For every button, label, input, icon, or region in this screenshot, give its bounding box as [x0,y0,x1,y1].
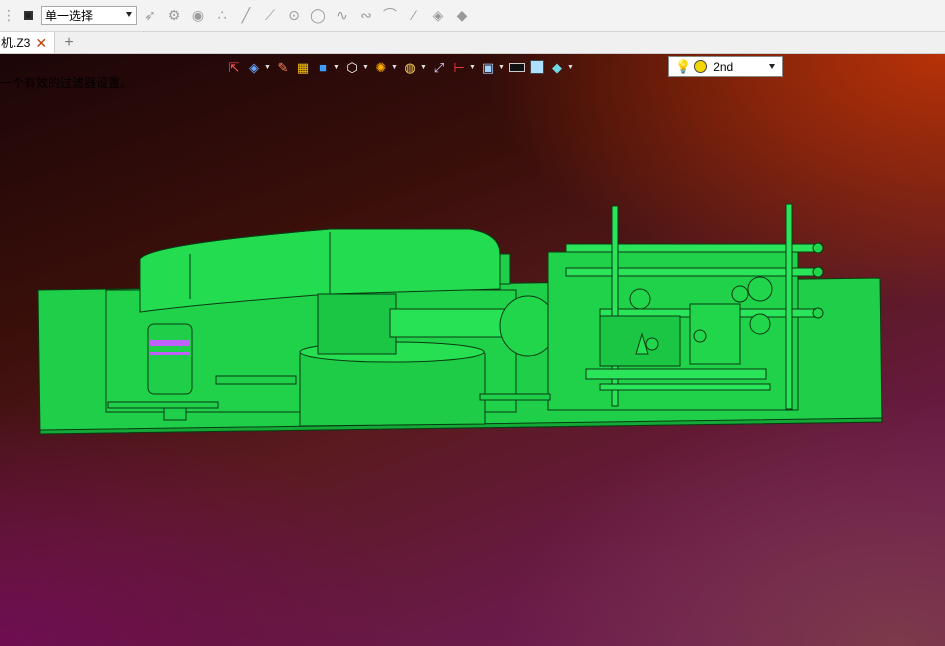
chevron-down-icon: ▼ [420,63,427,71]
chevron-down-icon: ▼ [333,63,340,71]
chevron-down-icon: ▼ [469,63,476,71]
section-button[interactable]: ⊢ ▼ [451,59,476,75]
solid-icon[interactable]: ◈ [429,6,447,24]
line2-icon[interactable]: ⟋ [261,6,279,24]
black-rect-button[interactable] [509,59,525,75]
point-icon[interactable]: ∴ [213,6,231,24]
curve-icon[interactable]: ∿ [333,6,351,24]
close-icon[interactable]: ✕ [35,36,47,50]
main-toolbar: ⋮ 单一选择 ➶ ⚙ ◉ ∴ ╱ ⟋ ⊙ ◯ ∿ ∾ ⌒ ∕ ◈ ◆ [0,0,945,32]
shaft [389,308,511,338]
motor-band [150,340,190,346]
line-icon[interactable]: ╱ [237,6,255,24]
machine-model[interactable] [0,54,945,646]
chevron-down-icon [769,64,775,69]
chevron-down-icon: ▼ [567,63,574,71]
light-sphere-icon: ◍ [404,59,416,75]
document-tab-bar: 机.Z3 ✕ + [0,32,945,54]
box-blue-icon: ■ [319,59,327,75]
chevron-down-icon: ▼ [264,63,271,71]
stop-icon[interactable] [19,6,37,24]
drum [317,293,397,355]
arc-icon[interactable]: ⌒ [381,6,399,24]
document-tab[interactable]: 机.Z3 ✕ [0,32,55,53]
box-yellow-icon: ▦ [296,59,310,75]
light-preset-dropdown[interactable]: 💡 2nd [668,56,783,77]
circle-icon[interactable]: ◯ [309,6,327,24]
cube-white-button[interactable]: ⬡ ▼ [344,59,369,75]
filter-icon[interactable]: ⚙ [165,6,183,24]
pencil-icon: ✎ [277,59,289,75]
render-mode-icon: ◈ [249,59,259,75]
3d-viewport[interactable]: 一个有效的过滤器设置。 [0,54,945,646]
fit-view-button[interactable]: ⤢ [431,59,447,75]
blue-square-button[interactable] [529,59,545,75]
cube-white-icon: ⬡ [346,59,358,75]
slash-icon[interactable]: ∕ [405,6,423,24]
chevron-down-icon: ▼ [498,63,505,71]
chevron-down-icon: ▼ [391,63,398,71]
shade-button[interactable]: ✺ ▼ [373,59,398,75]
pencil-button[interactable]: ✎ [275,59,291,75]
exit-icon: ⇱ [228,59,240,75]
circle-center-icon[interactable]: ⊙ [285,6,303,24]
light-preset-value: 2nd [713,59,734,74]
selection-mode-value: 单一选择 [45,9,94,23]
box-blue-button[interactable]: ■ ▼ [315,59,340,75]
solid2-icon[interactable]: ◆ [453,6,471,24]
black-rect-icon [509,59,525,75]
section-icon: ⊢ [453,59,465,75]
exit-button[interactable]: ⇱ [226,59,242,75]
sun-icon [694,60,708,73]
fit-view-icon: ⤢ [433,59,445,75]
display-button[interactable]: ▣ ▼ [480,59,505,75]
render-mode-button[interactable]: ◈ ▼ [246,59,271,75]
layer-icon: ◆ [552,59,562,75]
view-toolbar: ⇱ ◈ ▼ ✎ ▦ ■ ▼ ⬡ ▼ ✺ ▼ ◍ ▼ ⤢ ⊢ ▼ ▣ ▼ ◆ ▼ [226,56,578,78]
pipe-upper [565,243,817,253]
display-icon: ▣ [481,59,495,75]
chevron-down-icon [126,12,132,17]
lightbulb-icon: 💡 [675,58,692,74]
pipe-mid [565,267,817,277]
blue-square-icon [529,59,545,75]
curve2-icon[interactable]: ∾ [357,6,375,24]
box-yellow-button[interactable]: ▦ [295,59,311,75]
add-tab-button[interactable]: + [62,32,76,53]
play-circle-icon[interactable]: ◉ [189,6,207,24]
selection-mode-dropdown[interactable]: 单一选择 [41,6,137,25]
motor [147,323,193,395]
shade-orange-icon: ✺ [375,59,387,75]
select-arrow-icon[interactable]: ➶ [141,6,159,24]
panel-handle-icon[interactable]: ⋮ [0,6,18,24]
document-tab-label: 机.Z3 [1,36,31,50]
layer-button[interactable]: ◆ ▼ [549,59,574,75]
chevron-down-icon: ▼ [362,63,369,71]
light-sphere-button[interactable]: ◍ ▼ [402,59,427,75]
